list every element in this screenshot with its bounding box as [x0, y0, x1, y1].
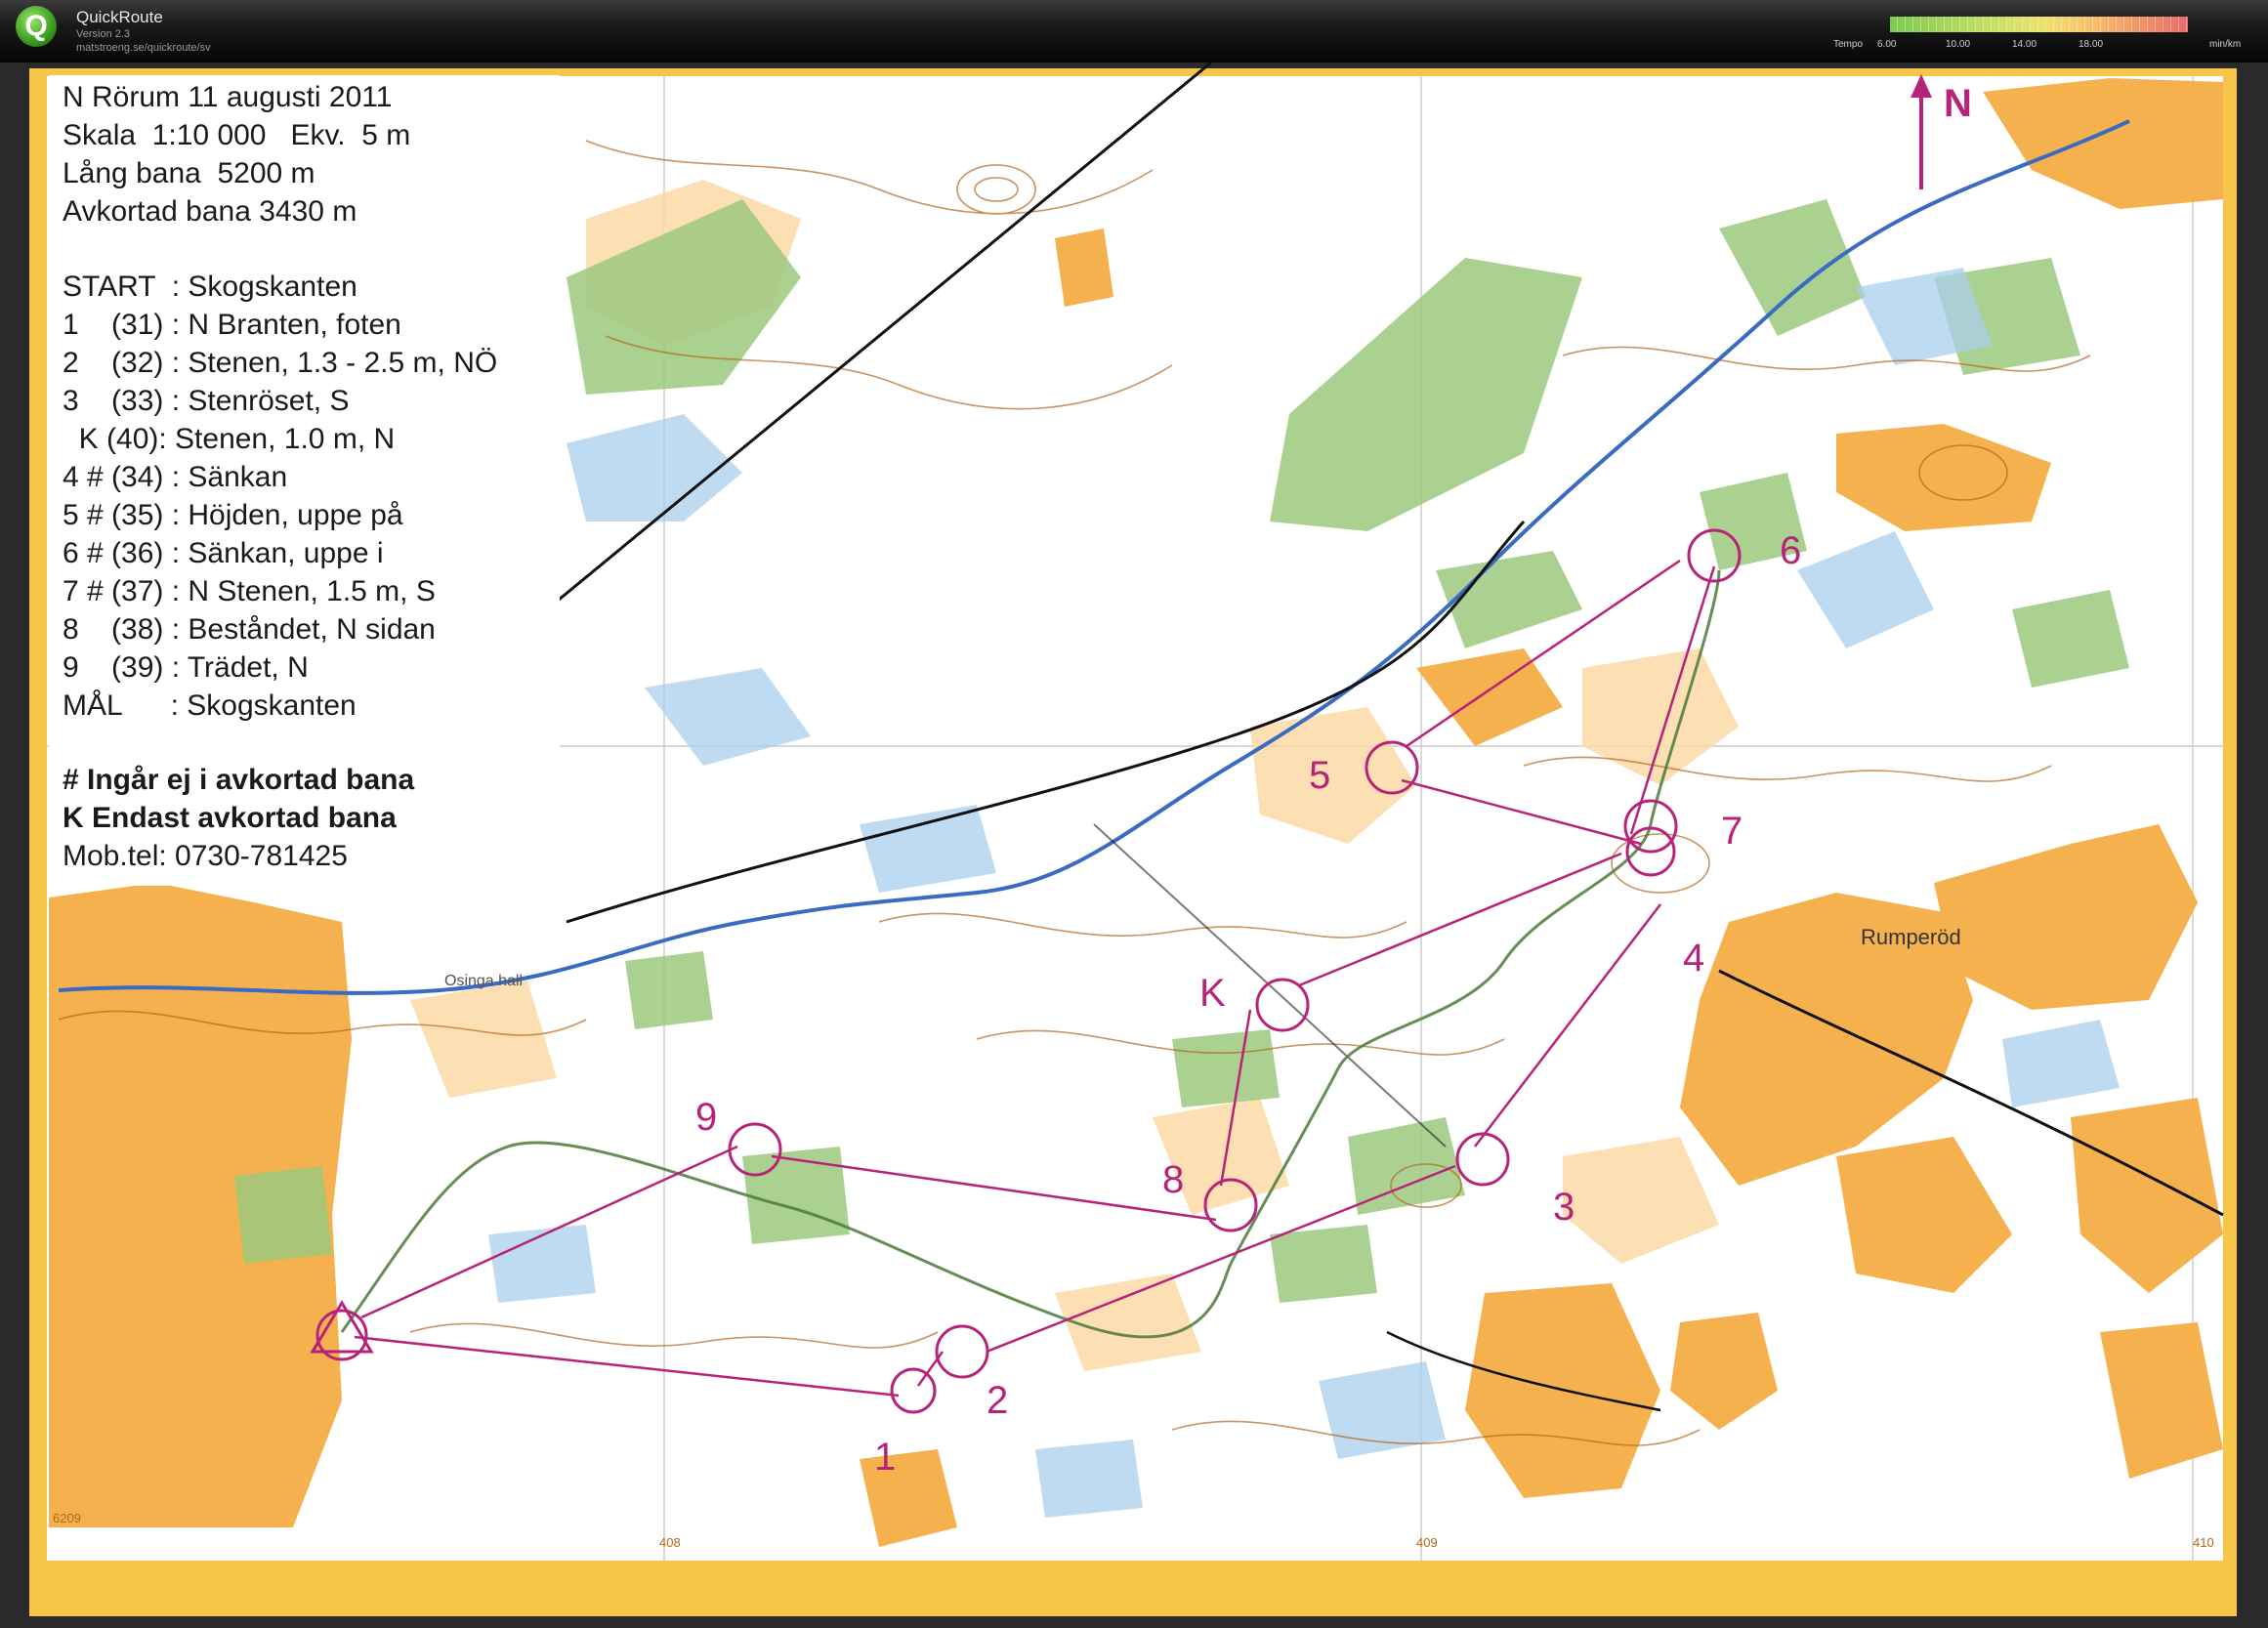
north-label: N — [1944, 82, 1972, 125]
control-description-1: 1 (31) : N Branten, foten — [63, 309, 401, 341]
control-description-2: 2 (32) : Stenen, 1.3 - 2.5 m, NÖ — [63, 347, 498, 379]
quickroute-logo-icon: Q — [16, 6, 57, 47]
contact-phone: Mob.tel: 0730-781425 — [63, 840, 348, 872]
tempo-tick-1: 6.00 — [1877, 39, 1897, 50]
app-title: QuickRoute — [76, 8, 163, 26]
tempo-tick-2: 10.00 — [1946, 39, 1971, 50]
control-description-9: 9 (39) : Trädet, N — [63, 651, 309, 684]
course-info-panel: N Rörum 11 augusti 2011 Skala 1:10 000 E… — [49, 75, 560, 886]
control-description-start: START : Skogskanten — [63, 271, 357, 303]
tempo-color-scale — [1890, 17, 2188, 32]
course-title: N Rörum 11 augusti 2011 — [63, 81, 393, 113]
control-8-label: 8 — [1162, 1158, 1184, 1201]
control-description-7: 7 # (37) : N Stenen, 1.5 m, S — [63, 575, 436, 607]
app-title-bar: Q QuickRoute Version 2.3 matstroeng.se/q… — [0, 0, 2268, 63]
tempo-unit: min/km — [2209, 39, 2242, 50]
control-description-4: 4 # (34) : Sänkan — [63, 461, 288, 493]
control-6-label: 6 — [1780, 529, 1801, 572]
tempo-label: Tempo — [1833, 39, 1864, 50]
tempo-tick-4: 18.00 — [2079, 39, 2104, 50]
control-description-6: 6 # (36) : Sänkan, uppe i — [63, 537, 384, 569]
control-4-label: 4 — [1683, 937, 1704, 980]
grid-label-6209: 6209 — [53, 1511, 81, 1525]
app-url: matstroeng.se/quickroute/sv — [76, 42, 211, 54]
course-scale: Skala 1:10 000 Ekv. 5 m — [63, 119, 411, 151]
control-k-label: K — [1199, 972, 1226, 1015]
grid-label-408: 408 — [659, 1535, 681, 1550]
control-3-label: 3 — [1553, 1186, 1575, 1229]
control-7-label: 7 — [1721, 810, 1743, 853]
control-description-k: K (40): Stenen, 1.0 m, N — [63, 423, 396, 455]
control-description-8: 8 (38) : Beståndet, N sidan — [63, 613, 436, 646]
control-description-3: 3 (33) : Stenröset, S — [63, 385, 350, 417]
note-only-short: K Endast avkortad bana — [63, 802, 397, 834]
note-not-in-short: # Ingår ej i avkortad bana — [63, 764, 415, 796]
control-5-label: 5 — [1309, 754, 1330, 797]
grid-label-410: 410 — [2193, 1535, 2214, 1550]
course-long-length: Lång bana 5200 m — [63, 157, 315, 189]
control-2-label: 2 — [987, 1379, 1008, 1422]
control-1-label: 1 — [874, 1436, 896, 1479]
control-description-5: 5 # (35) : Höjden, uppe på — [63, 499, 403, 531]
course-short-length: Avkortad bana 3430 m — [63, 195, 357, 228]
grid-label-409: 409 — [1416, 1535, 1438, 1550]
place-osinga-hall: Osinga hall — [444, 973, 523, 989]
app-version: Version 2.3 — [76, 28, 131, 40]
place-rumperod: Rumperöd — [1861, 925, 1961, 949]
tempo-tick-3: 14.00 — [2012, 39, 2037, 50]
control-9-label: 9 — [695, 1096, 717, 1139]
control-description-finish: MÅL : Skogskanten — [63, 689, 357, 722]
